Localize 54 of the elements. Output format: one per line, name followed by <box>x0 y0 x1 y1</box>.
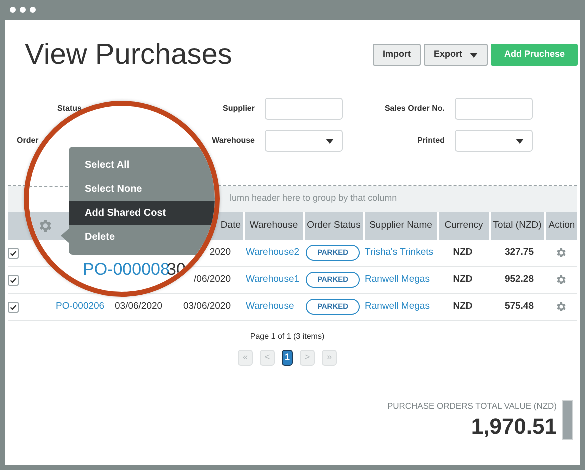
supplier-link[interactable]: Ranwell Megas <box>365 300 430 312</box>
table-cell-text: 327.75 <box>504 246 534 260</box>
total-value: 1,970.51 <box>471 416 557 438</box>
filter-field[interactable] <box>455 98 533 120</box>
table-cell-text: NZD <box>453 300 473 314</box>
column-header[interactable]: Supplier Name <box>363 212 437 240</box>
supplier-link[interactable]: Trisha's Trinkets <box>365 246 434 258</box>
checkbox[interactable] <box>8 274 19 286</box>
pager-button[interactable]: 1 <box>282 350 293 366</box>
table-cell: 03/06/2020 <box>115 300 163 312</box>
filter-label: Warehouse <box>211 135 255 147</box>
gear-icon[interactable] <box>555 274 567 286</box>
filter-label: Order <box>16 135 40 147</box>
menu-item[interactable]: Select None <box>69 177 215 201</box>
column-header[interactable]: Total (NZD) <box>489 212 544 240</box>
filter-label: Supplier <box>222 103 255 115</box>
table-cell-text: 03/06/2020 <box>183 300 231 314</box>
warehouse-link[interactable]: Warehouse <box>246 300 294 312</box>
dropdown-button[interactable]: Export <box>424 44 488 66</box>
column-header[interactable]: Order Status <box>303 212 363 240</box>
gear-icon[interactable] <box>555 247 567 259</box>
column-header[interactable]: Currency <box>437 212 489 240</box>
table-cell-text: NZD <box>453 272 473 287</box>
gear-icon[interactable] <box>37 218 53 234</box>
order-link[interactable]: PO-000008 <box>83 261 170 278</box>
menu-item[interactable]: Add Shared Cost <box>69 201 215 225</box>
page-title: View Purchases <box>25 40 232 70</box>
supplier-link[interactable]: Ranwell Megas <box>365 274 430 285</box>
warehouse-link[interactable]: Warehouse2 <box>246 246 300 258</box>
filter-label: Status <box>56 103 82 115</box>
filter-field[interactable] <box>265 98 343 120</box>
order-link[interactable]: PO-000206 <box>56 300 105 312</box>
group-hint: lumn header here to group by that column <box>230 192 398 206</box>
table-cell-text: 575.48 <box>504 300 534 314</box>
checkbox[interactable] <box>8 248 19 258</box>
menu-item[interactable]: Select All <box>69 153 215 177</box>
filter-label: Sales Order No. <box>384 103 445 115</box>
total-label: PURCHASE ORDERS TOTAL VALUE (NZD) <box>387 400 557 413</box>
caret-icon <box>326 138 334 144</box>
caret-icon <box>470 52 478 58</box>
column-header[interactable]: Warehouse <box>243 212 303 240</box>
toolbar-button[interactable]: Import <box>372 44 421 66</box>
table-cell-text: 952.28 <box>504 272 534 287</box>
scroll-bar[interactable] <box>562 400 573 440</box>
page-summary: Page 1 of 1 (3 items) <box>250 331 326 343</box>
filter-label: Printed <box>416 135 445 147</box>
column-header[interactable]: Action <box>544 212 578 240</box>
gear-icon[interactable] <box>555 301 567 313</box>
caret-icon <box>516 138 524 144</box>
warehouse-link[interactable]: Warehouse1 <box>246 274 300 285</box>
toolbar-button[interactable]: Add Pruchese <box>491 44 578 66</box>
checkbox[interactable] <box>8 302 19 312</box>
table-cell-text: /06/2020 <box>194 272 231 287</box>
table-cell-text: NZD <box>453 246 473 260</box>
